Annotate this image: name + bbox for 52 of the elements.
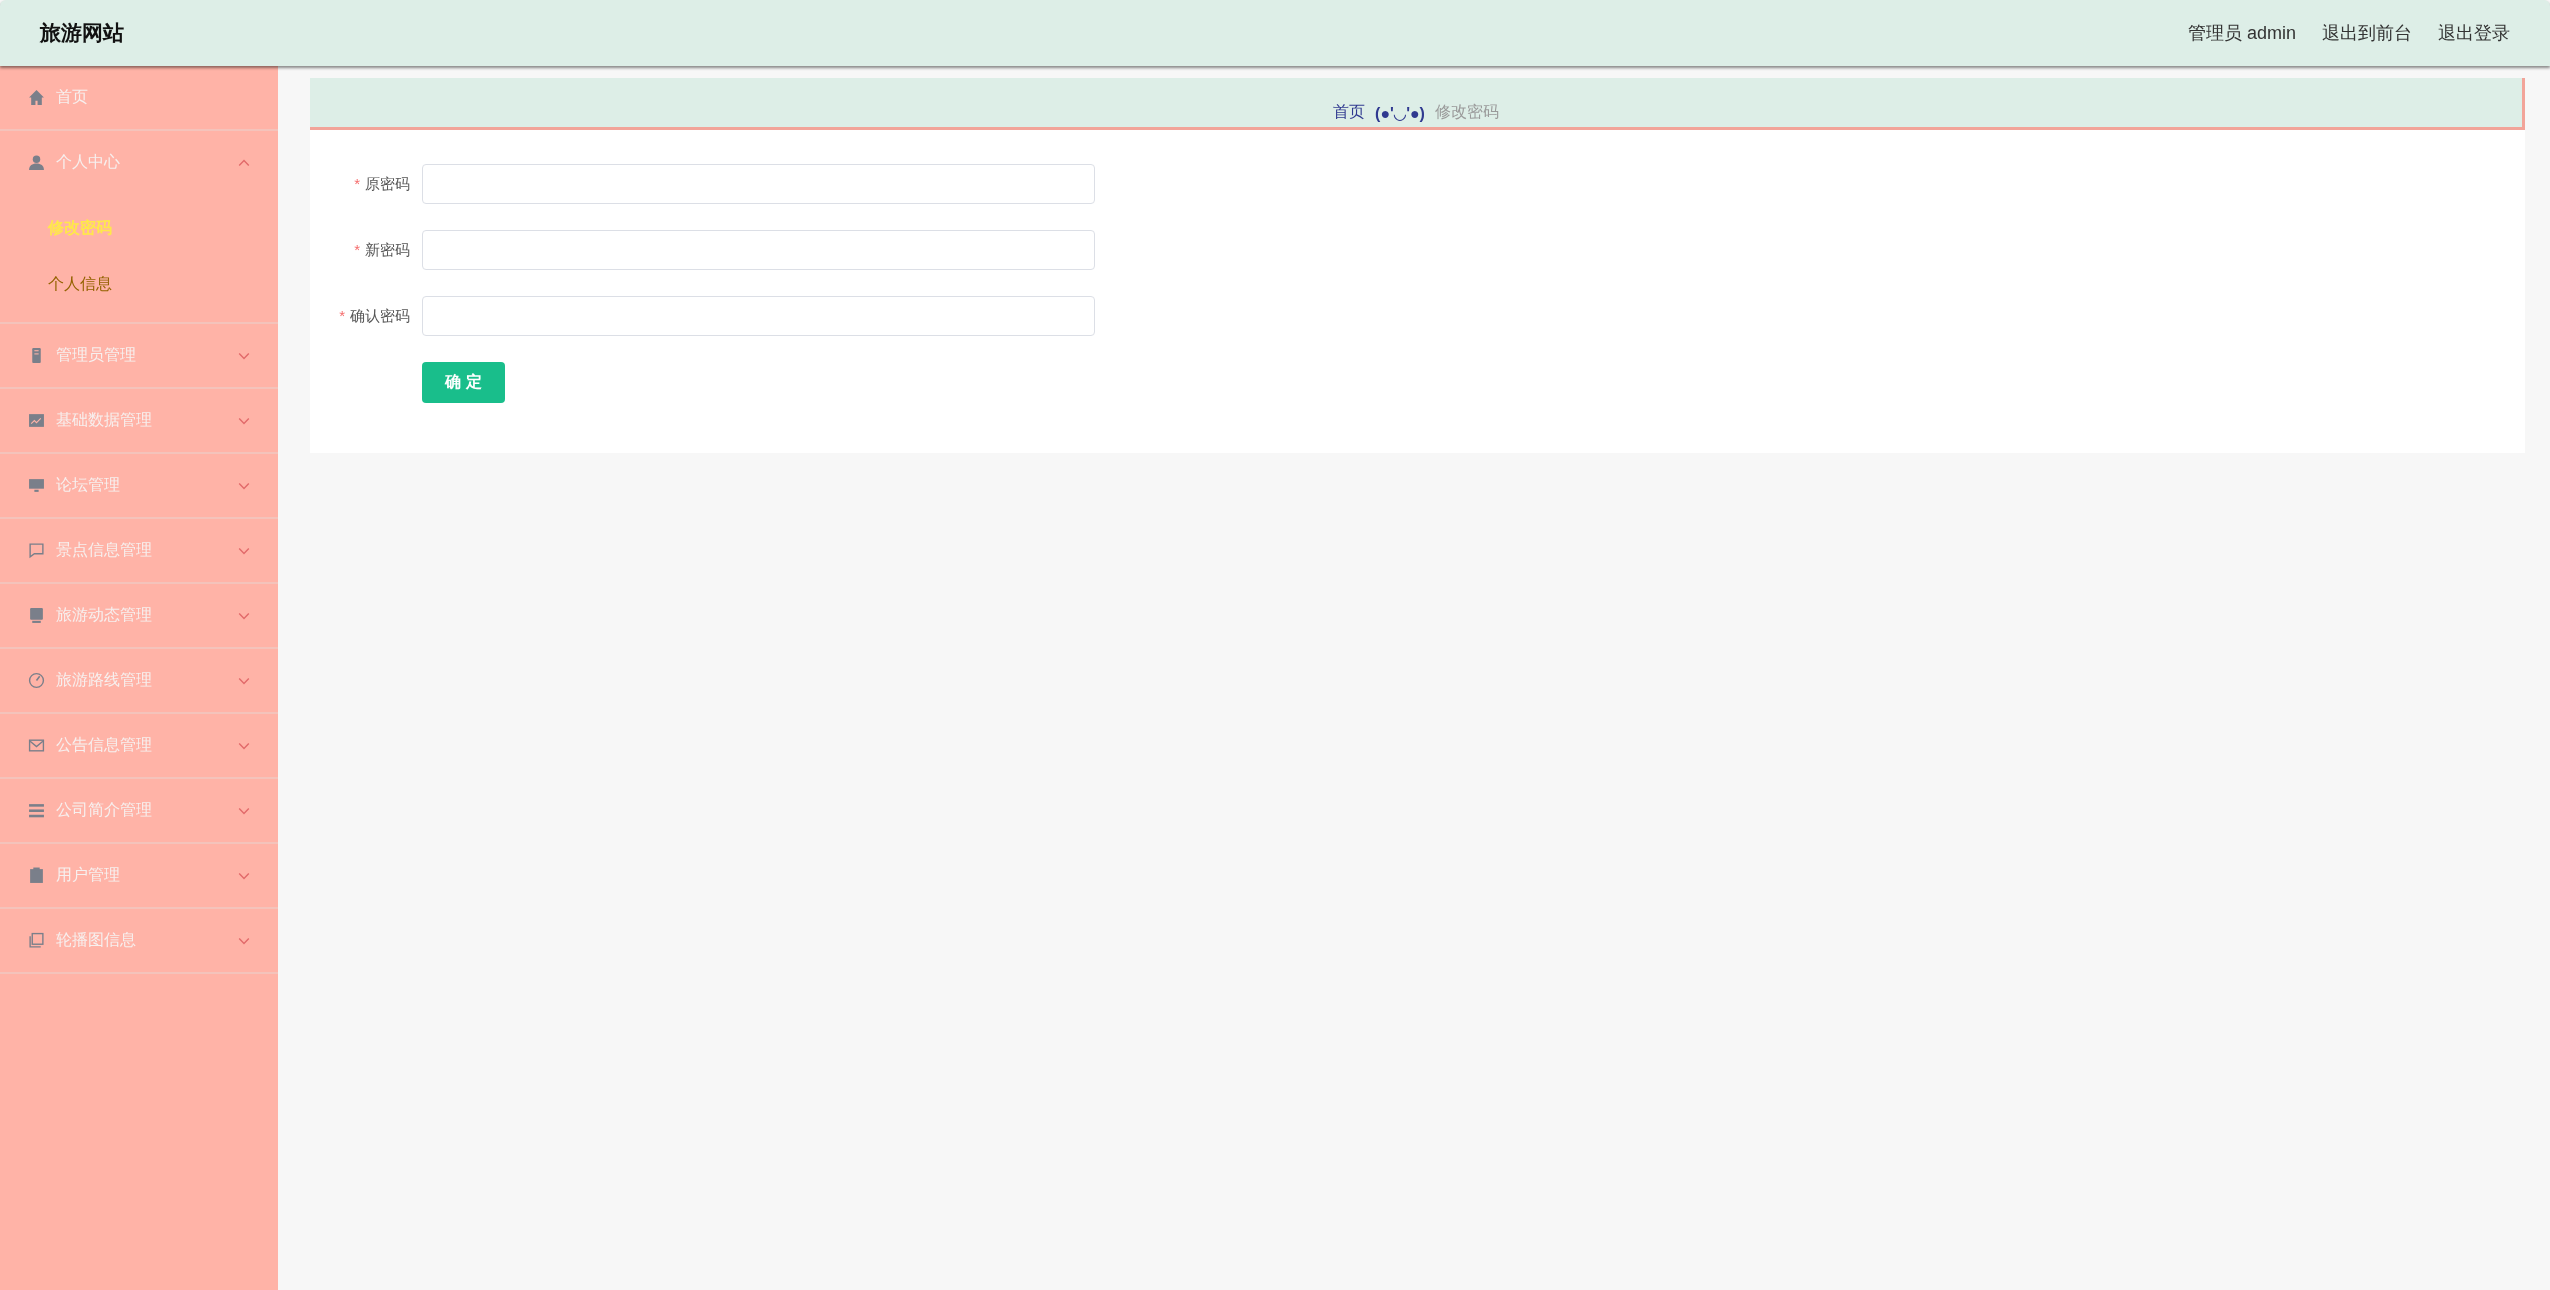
submenu-item[interactable]: 修改密码 [0,200,278,256]
input-field[interactable] [422,230,1095,270]
chat-icon [28,542,45,559]
tablet-icon [28,607,45,624]
menu-icon [28,802,45,819]
sidebar-item[interactable]: 公司简介管理 [0,779,278,842]
required-mark: * [354,240,360,260]
sidebar-item[interactable]: 个人中心 [0,131,278,194]
chevron-icon [238,158,250,167]
home-icon [28,89,45,106]
user-icon [28,154,45,171]
field-label: 确认密码 [350,306,410,326]
required-mark: * [339,306,345,326]
chevron-icon [238,611,250,620]
copy-icon [28,932,45,949]
header-link[interactable]: 退出登录 [2438,21,2510,45]
chevron-icon [238,936,250,945]
required-mark: * [354,174,360,194]
sidebar-item[interactable]: 基础数据管理 [0,389,278,452]
sidebar-item[interactable]: 用户管理 [0,844,278,907]
sidebar-item[interactable]: 公告信息管理 [0,714,278,777]
chevron-icon [238,806,250,815]
chevron-icon [238,741,250,750]
chevron-icon [238,481,250,490]
site-title: 旅游网站 [40,20,124,46]
breadcrumb-separator: (●'◡'●) [1375,104,1425,123]
sidebar-item[interactable]: 首页 [0,66,278,129]
gauge-icon [28,672,45,689]
chart-icon [28,412,45,429]
sidebar-item[interactable]: 论坛管理 [0,454,278,517]
confirm-button[interactable]: 确 定 [422,362,505,403]
input-field[interactable] [422,164,1095,204]
chevron-icon [238,871,250,880]
sidebar-item[interactable]: 轮播图信息 [0,909,278,972]
field-label: 原密码 [365,174,410,194]
sidebar-item[interactable]: 旅游动态管理 [0,584,278,647]
chevron-icon [238,416,250,425]
header-link[interactable]: 管理员 admin [2187,21,2296,45]
chevron-icon [238,546,250,555]
input-field[interactable] [422,296,1095,336]
breadcrumb-link[interactable]: 首页 [1333,102,1366,123]
monitor-icon [28,477,45,494]
sidebar-item[interactable]: 旅游路线管理 [0,649,278,712]
header-link[interactable]: 退出到前台 [2322,21,2412,45]
sidebar-item[interactable]: 管理员管理 [0,324,278,387]
mail-icon [28,737,45,754]
field-label: 新密码 [365,240,410,260]
chevron-icon [238,676,250,685]
sidebar-item[interactable]: 景点信息管理 [0,519,278,582]
clipboard-icon [28,867,45,884]
chevron-icon [238,351,250,360]
submenu-item[interactable]: 个人信息 [0,256,278,312]
